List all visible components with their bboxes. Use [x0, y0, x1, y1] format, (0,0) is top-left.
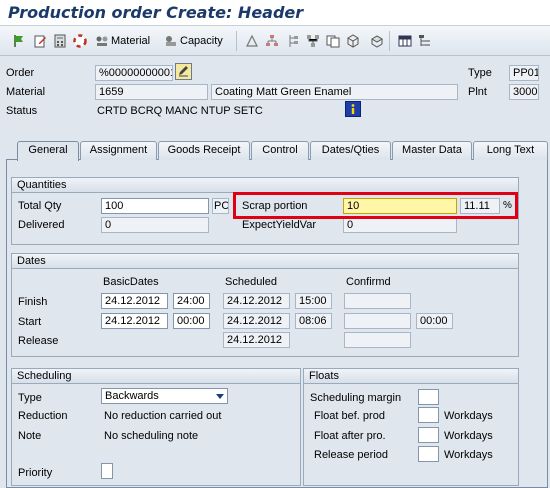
info-icon [351, 104, 355, 114]
quantities-group-title: Quantities [12, 178, 518, 193]
release-period-input[interactable] [418, 446, 439, 462]
delivered-field: 0 [101, 217, 209, 233]
structure-icon[interactable] [418, 33, 432, 49]
scheduling-margin-input[interactable] [418, 389, 439, 405]
release-period-label: Release period [314, 449, 388, 461]
priority-input[interactable] [101, 463, 113, 479]
tab-assignment[interactable]: Assignment [80, 141, 157, 160]
triangle-icon[interactable] [245, 33, 259, 49]
toolbar-separator [236, 31, 237, 51]
floats-group: Floats [303, 368, 519, 486]
tab-general[interactable]: General [17, 141, 79, 161]
lifebuoy-icon[interactable] [73, 33, 87, 49]
hierarchy-icon[interactable] [265, 33, 279, 49]
scheduling-type-value: Backwards [105, 390, 159, 402]
order-type-field: PP01 [509, 65, 539, 81]
finish-basic-time[interactable]: 24:00 [173, 293, 210, 309]
vertical-tree-icon[interactable] [286, 33, 300, 49]
reduction-value: No reduction carried out [104, 410, 222, 422]
capacity-button[interactable]: Capacity [164, 33, 223, 49]
tab-goods-receipt[interactable]: Goods Receipt [158, 141, 250, 160]
float-after-unit: Workdays [444, 430, 493, 442]
highlight-box [233, 192, 518, 219]
sched-type-label: Type [18, 392, 42, 404]
note-value: No scheduling note [104, 430, 199, 442]
finish-sched-date: 24.12.2012 [223, 293, 290, 309]
expect-yield-field: 0 [343, 217, 457, 233]
tab-control[interactable]: Control [251, 141, 309, 160]
release-label: Release [18, 335, 59, 347]
float-after-input[interactable] [418, 427, 439, 443]
total-qty-unit: PC [212, 198, 229, 214]
order-field: %00000000001 [95, 65, 173, 81]
start-sched-time: 08:06 [295, 313, 332, 329]
scheduling-group: Scheduling [11, 368, 301, 486]
copy-icon[interactable] [326, 33, 340, 49]
capacity-button-label: Capacity [180, 35, 223, 47]
status-value: CRTD BCRQ MANC NTUP SETC [97, 105, 263, 117]
status-label: Status [6, 105, 38, 117]
start-sched-date: 24.12.2012 [223, 313, 290, 329]
plant-label: Plnt [468, 86, 487, 98]
material-button[interactable]: Material [95, 33, 150, 49]
float-before-unit: Workdays [444, 410, 493, 422]
release-confirmed-date [344, 332, 411, 348]
material-button-label: Material [111, 35, 151, 47]
calculator-icon[interactable] [53, 33, 67, 49]
finish-label: Finish [18, 296, 48, 308]
material-description: Coating Matt Green Enamel [211, 84, 458, 100]
package-icon[interactable] [370, 33, 384, 49]
table-view-icon[interactable] [398, 33, 412, 49]
note-label: Note [18, 430, 42, 442]
scheduled-header: Scheduled [225, 276, 277, 288]
finish-confirmed-date [344, 293, 411, 309]
finish-basic-date[interactable]: 24.12.2012 [101, 293, 168, 309]
flag-icon[interactable] [12, 33, 26, 49]
page-title: Production order Create: Header [8, 3, 304, 22]
toolbar-separator [389, 31, 390, 51]
expect-yield-label: ExpectYieldVar [242, 219, 316, 231]
edit-pencil-button[interactable] [175, 63, 192, 80]
scheduling-type-select[interactable]: Backwards [101, 388, 228, 404]
edit-doc-icon[interactable] [33, 33, 47, 49]
reduction-label: Reduction [18, 410, 68, 422]
confirmed-header: Confirmd [346, 276, 391, 288]
float-before-input[interactable] [418, 407, 439, 423]
order-label: Order [6, 67, 35, 79]
type-label: Type [468, 67, 492, 79]
plant-field: 3000 [509, 84, 539, 100]
info-button[interactable] [345, 101, 361, 117]
basic-dates-header: BasicDates [103, 276, 159, 288]
scheduling-group-title: Scheduling [12, 369, 300, 384]
release-period-unit: Workdays [444, 449, 493, 461]
tab-dates-qties[interactable]: Dates/Qties [310, 141, 391, 160]
start-confirmed-date [344, 313, 411, 329]
chevron-down-icon[interactable] [216, 394, 224, 399]
pencil-icon [179, 66, 188, 77]
material-field: 1659 [95, 84, 208, 100]
float-before-label: Float bef. prod [314, 410, 385, 422]
tab-long-text[interactable]: Long Text [473, 141, 548, 160]
finish-sched-time: 15:00 [295, 293, 332, 309]
start-basic-date[interactable]: 24.12.2012 [101, 313, 168, 329]
floats-group-title: Floats [304, 369, 518, 384]
cube-icon[interactable] [346, 33, 360, 49]
release-sched-date: 24.12.2012 [223, 332, 290, 348]
network-icon[interactable] [306, 33, 320, 49]
start-basic-time[interactable]: 00:00 [173, 313, 210, 329]
tab-master-data[interactable]: Master Data [392, 141, 472, 160]
start-confirmed-time: 00:00 [416, 313, 453, 329]
dates-group-title: Dates [12, 254, 518, 269]
total-qty-label: Total Qty [18, 200, 62, 212]
priority-label: Priority [18, 467, 53, 479]
delivered-label: Delivered [18, 219, 65, 231]
total-qty-input[interactable]: 100 [101, 198, 209, 214]
scheduling-margin-label: Scheduling margin [310, 392, 402, 404]
material-label: Material [6, 86, 46, 98]
start-label: Start [18, 316, 42, 328]
float-after-label: Float after pro. [314, 430, 386, 442]
